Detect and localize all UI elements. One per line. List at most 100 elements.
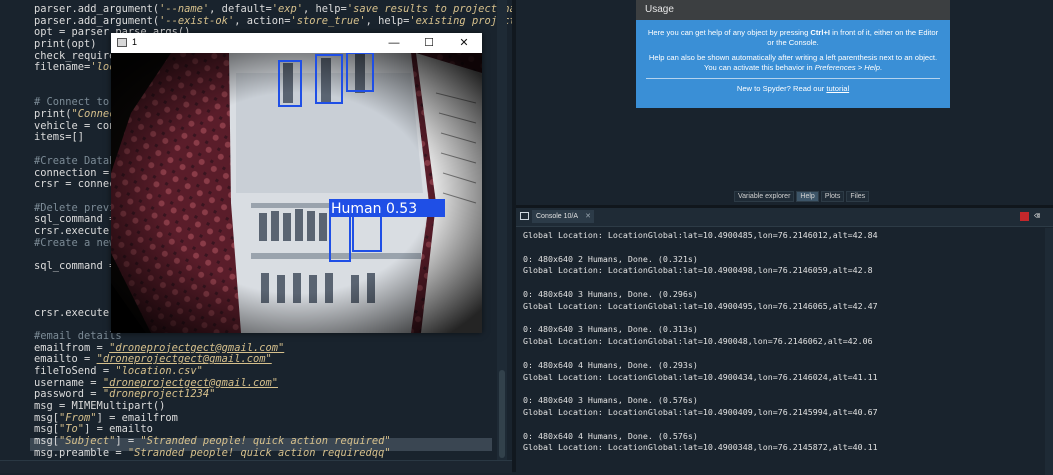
console-line: Global Location: LocationGlobal:lat=10.4… [523, 336, 873, 347]
code-token: , help= [365, 14, 410, 27]
code-line[interactable]: #Delete previo [34, 202, 122, 214]
code-line[interactable]: emailto = "droneprojectgect@gmail.com" [34, 353, 272, 365]
usage-footer: New to Spyder? Read our tutorial [736, 84, 850, 93]
code-line[interactable]: msg = MIMEMultipart() [34, 400, 165, 412]
stop-kernel-button[interactable] [1020, 212, 1029, 221]
console-line: 0: 480x640 2 Humans, Done. (0.321s) [523, 253, 698, 264]
code-line[interactable]: parser.add_argument('--name', default='e… [34, 3, 541, 15]
tutorial-link[interactable]: tutorial [826, 84, 849, 93]
tab-plots[interactable]: Plots [820, 191, 845, 202]
code-line[interactable]: msg["To"] = emailto [34, 423, 153, 435]
console-line: Global Location: LocationGlobal:lat=10.4… [523, 300, 878, 311]
code-token: "droneprojectgect@gmail.com" [96, 353, 272, 366]
code-line[interactable]: msg["Subject"] = "Stranded people! quick… [34, 435, 391, 447]
code-line[interactable]: sql_command = [34, 213, 122, 225]
code-token: print( [34, 108, 72, 121]
code-token: username = [34, 376, 103, 389]
code-token: "Stranded people! quick action required" [140, 435, 391, 448]
usage-paragraph-1: Here you can get help of any object by p… [647, 28, 939, 47]
console-tab[interactable]: Console 10/A ✕ [532, 210, 595, 223]
code-line[interactable]: username = "droneprojectgect@gmail.com" [34, 377, 278, 389]
code-token: ] = emailfrom [96, 411, 178, 424]
tab-variable-explorer[interactable]: Variable explorer [734, 191, 795, 202]
code-line[interactable]: password = "droneproject1234" [34, 388, 215, 400]
window-title: 1 [132, 37, 138, 47]
code-token: "Stranded people! quick action requiredq… [127, 446, 391, 459]
camera-frame-image: Human 0.53 [111, 53, 482, 333]
shortcut-key: Ctrl+I [810, 28, 831, 37]
code-line[interactable]: #email details [34, 330, 122, 342]
editor-scrollbar[interactable] [497, 0, 507, 472]
detection-label: Human 0.53 [331, 201, 417, 217]
usage-paragraph-2: Help can also be shown automatically aft… [648, 53, 938, 72]
window-app-icon [117, 38, 127, 47]
code-token: parser.add_argument( [34, 14, 160, 27]
code-token: sql_command = [34, 259, 122, 272]
ipython-console[interactable]: Console 10/A ✕ ⌫ Global Location: Locatio… [516, 205, 1053, 475]
code-line[interactable]: msg["From"] = emailfrom [34, 412, 178, 424]
code-token: sql_command = [34, 213, 122, 226]
code-token: "To" [59, 423, 85, 436]
code-token: parser.add_argument( [34, 3, 160, 15]
code-line[interactable]: fileToSend = "location.csv" [34, 365, 203, 377]
console-output: Global Location: LocationGlobal:lat=10.4… [523, 230, 1048, 454]
code-token: msg[ [34, 411, 60, 424]
console-tab-bar: Console 10/A ✕ ⌫ [516, 208, 1053, 227]
preferences-path: Preferences > Help [814, 62, 880, 72]
close-tab-icon[interactable]: ✕ [585, 210, 591, 223]
console-line: Global Location: LocationGlobal:lat=10.4… [523, 265, 873, 276]
code-token: ] = [115, 435, 141, 448]
editor-status-strip [0, 460, 512, 473]
code-token: msg[ [34, 435, 60, 448]
code-token: items=[] [34, 131, 85, 144]
code-line[interactable]: msg.preamble = "Stranded people! quick a… [34, 447, 391, 459]
code-token: "droneprojectgect@gmail.com" [109, 341, 285, 354]
tab-help[interactable]: Help [796, 191, 819, 202]
code-token: "droneprojectgect@gmail.com" [102, 376, 278, 389]
code-token: fileToSend = [34, 365, 116, 378]
console-line: 0: 480x640 4 Humans, Done. (0.576s) [523, 430, 698, 441]
help-pane-tabs: Variable explorer Help Plots Files [734, 191, 870, 202]
camera-frame: Human 0.53 [111, 53, 482, 333]
close-button[interactable]: ✕ [449, 35, 479, 51]
code-token: ] = emailto [84, 423, 153, 436]
window-titlebar[interactable]: 1 — ☐ ✕ [111, 33, 482, 53]
console-line: 0: 480x640 4 Humans, Done. (0.293s) [523, 359, 698, 370]
code-token: emailfrom = [34, 341, 110, 354]
console-menu-icon[interactable] [520, 212, 529, 220]
detection-image-window[interactable]: 1 — ☐ ✕ Human 0.53 [111, 33, 482, 333]
code-line[interactable]: emailfrom = "droneprojectgect@gmail.com" [34, 342, 284, 354]
code-token: , default= [209, 3, 272, 15]
maximize-button[interactable]: ☐ [414, 35, 444, 51]
scrollbar-thumb[interactable] [499, 370, 505, 458]
console-line: 0: 480x640 3 Humans, Done. (0.296s) [523, 288, 698, 299]
code-token: print(opt) [34, 38, 97, 51]
code-line[interactable]: print(opt) [34, 38, 97, 50]
code-token: filename= [34, 61, 91, 74]
clear-console-icon[interactable]: ⌫ [1034, 211, 1045, 222]
console-scrollbar[interactable] [1045, 228, 1053, 475]
tab-files[interactable]: Files [846, 191, 870, 202]
help-pane: Usage Here you can get help of any objec… [516, 0, 1053, 205]
console-line: 0: 480x640 3 Humans, Done. (0.313s) [523, 324, 698, 335]
usage-title: Usage [636, 0, 950, 20]
code-token: "location.csv" [115, 365, 203, 378]
console-line: Global Location: LocationGlobal:lat=10.4… [523, 442, 878, 453]
code-line[interactable]: items=[] [34, 131, 84, 143]
code-token: #email details [34, 330, 122, 343]
console-line: Global Location: LocationGlobal:lat=10.4… [523, 371, 878, 382]
code-line[interactable]: print("Connect [34, 108, 122, 120]
code-token: msg = MIMEMultipart() [34, 400, 166, 413]
code-token: "droneproject1234" [102, 388, 216, 401]
code-token: msg.preamble = [34, 446, 128, 459]
code-token: 'exp' [271, 3, 304, 15]
code-token: , action= [234, 14, 291, 27]
minimize-button[interactable]: — [379, 35, 409, 51]
code-token: emailto = [34, 353, 97, 366]
code-token: '--exist-ok' [159, 14, 235, 27]
code-token: 'store_true' [290, 14, 366, 27]
